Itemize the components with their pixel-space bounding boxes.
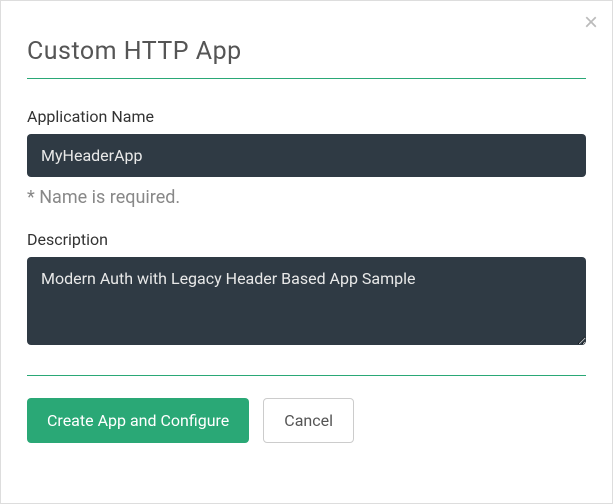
cancel-button[interactable]: Cancel	[263, 398, 354, 443]
close-icon[interactable]: ×	[584, 11, 598, 35]
app-name-label: Application Name	[27, 107, 586, 126]
create-app-button[interactable]: Create App and Configure	[27, 398, 249, 443]
description-input[interactable]	[27, 257, 586, 345]
app-name-hint: * Name is required.	[27, 187, 586, 208]
footer-divider	[27, 375, 586, 376]
button-row: Create App and Configure Cancel	[27, 398, 586, 443]
description-label: Description	[27, 230, 586, 249]
dialog-title: Custom HTTP App	[27, 37, 586, 66]
custom-http-app-dialog: × Custom HTTP App Application Name * Nam…	[0, 0, 613, 504]
app-name-input[interactable]	[27, 134, 586, 177]
title-divider	[27, 78, 586, 79]
